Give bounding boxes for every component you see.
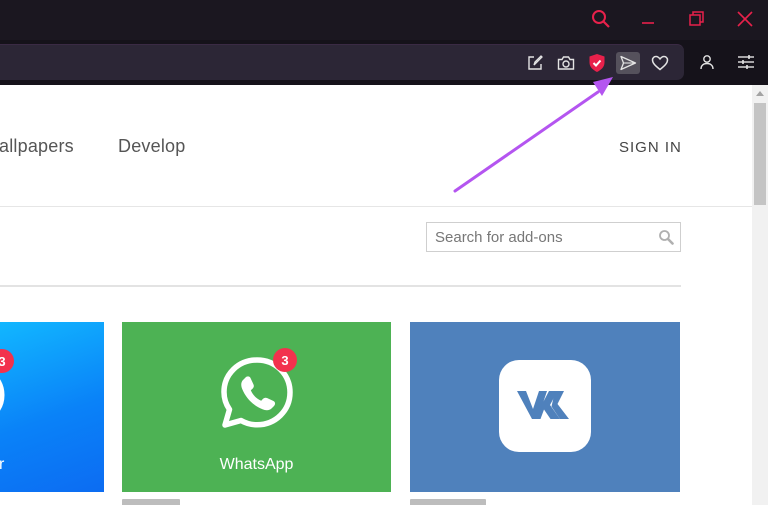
chevron-up-icon xyxy=(756,91,764,96)
bookmark-button[interactable] xyxy=(648,52,672,74)
restore-icon xyxy=(689,11,704,26)
send-icon xyxy=(620,55,637,71)
scroll-thumb[interactable] xyxy=(754,103,766,205)
easy-setup-icon xyxy=(738,55,754,69)
content-divider xyxy=(0,285,681,287)
sign-in-link[interactable]: SIGN IN xyxy=(619,139,682,156)
page-scrollbar[interactable] xyxy=(752,85,768,505)
heart-icon xyxy=(651,55,669,71)
address-field[interactable] xyxy=(0,44,684,80)
close-button[interactable] xyxy=(722,0,768,38)
close-icon xyxy=(737,11,753,27)
notification-badge: 3 xyxy=(0,349,14,373)
nav-link-develop[interactable]: Develop xyxy=(118,136,185,157)
addon-title-partial xyxy=(410,499,486,505)
easy-setup-button[interactable] xyxy=(734,51,758,73)
vpn-shield-icon xyxy=(589,54,605,72)
vpn-button[interactable] xyxy=(585,52,609,74)
camera-icon xyxy=(557,56,575,70)
notification-badge: 3 xyxy=(273,348,297,372)
snapshot-edit-button[interactable] xyxy=(523,52,547,74)
addon-card-vk[interactable] xyxy=(410,322,680,492)
addons-search xyxy=(426,222,681,252)
scroll-up-arrow[interactable] xyxy=(752,85,768,101)
addons-search-input[interactable] xyxy=(427,223,655,251)
search-tabs-button[interactable] xyxy=(578,0,624,38)
title-bar xyxy=(0,0,768,40)
search-icon[interactable] xyxy=(658,229,674,245)
web-page: allpapers Develop SIGN IN 3 r 3 WhatsApp xyxy=(0,85,752,505)
address-bar-row xyxy=(0,40,768,85)
addon-card-whatsapp[interactable]: 3 WhatsApp xyxy=(122,322,391,492)
minimize-button[interactable] xyxy=(625,0,671,38)
header-divider xyxy=(0,206,752,207)
addon-title-partial xyxy=(122,499,180,505)
vk-logo-icon xyxy=(499,360,591,452)
restore-button[interactable] xyxy=(674,0,720,38)
addon-card-label: WhatsApp xyxy=(219,456,294,473)
nav-link-wallpapers[interactable]: allpapers xyxy=(0,136,74,157)
camera-button[interactable] xyxy=(554,52,578,74)
snapshot-edit-icon xyxy=(528,55,543,70)
addon-card-messenger[interactable]: 3 r xyxy=(0,322,104,492)
addon-card-label: r xyxy=(0,456,5,473)
search-icon xyxy=(592,10,610,28)
send-to-phone-button[interactable] xyxy=(616,52,640,74)
profile-button[interactable] xyxy=(695,51,719,73)
profile-icon xyxy=(700,55,714,70)
minimize-icon xyxy=(642,22,654,24)
